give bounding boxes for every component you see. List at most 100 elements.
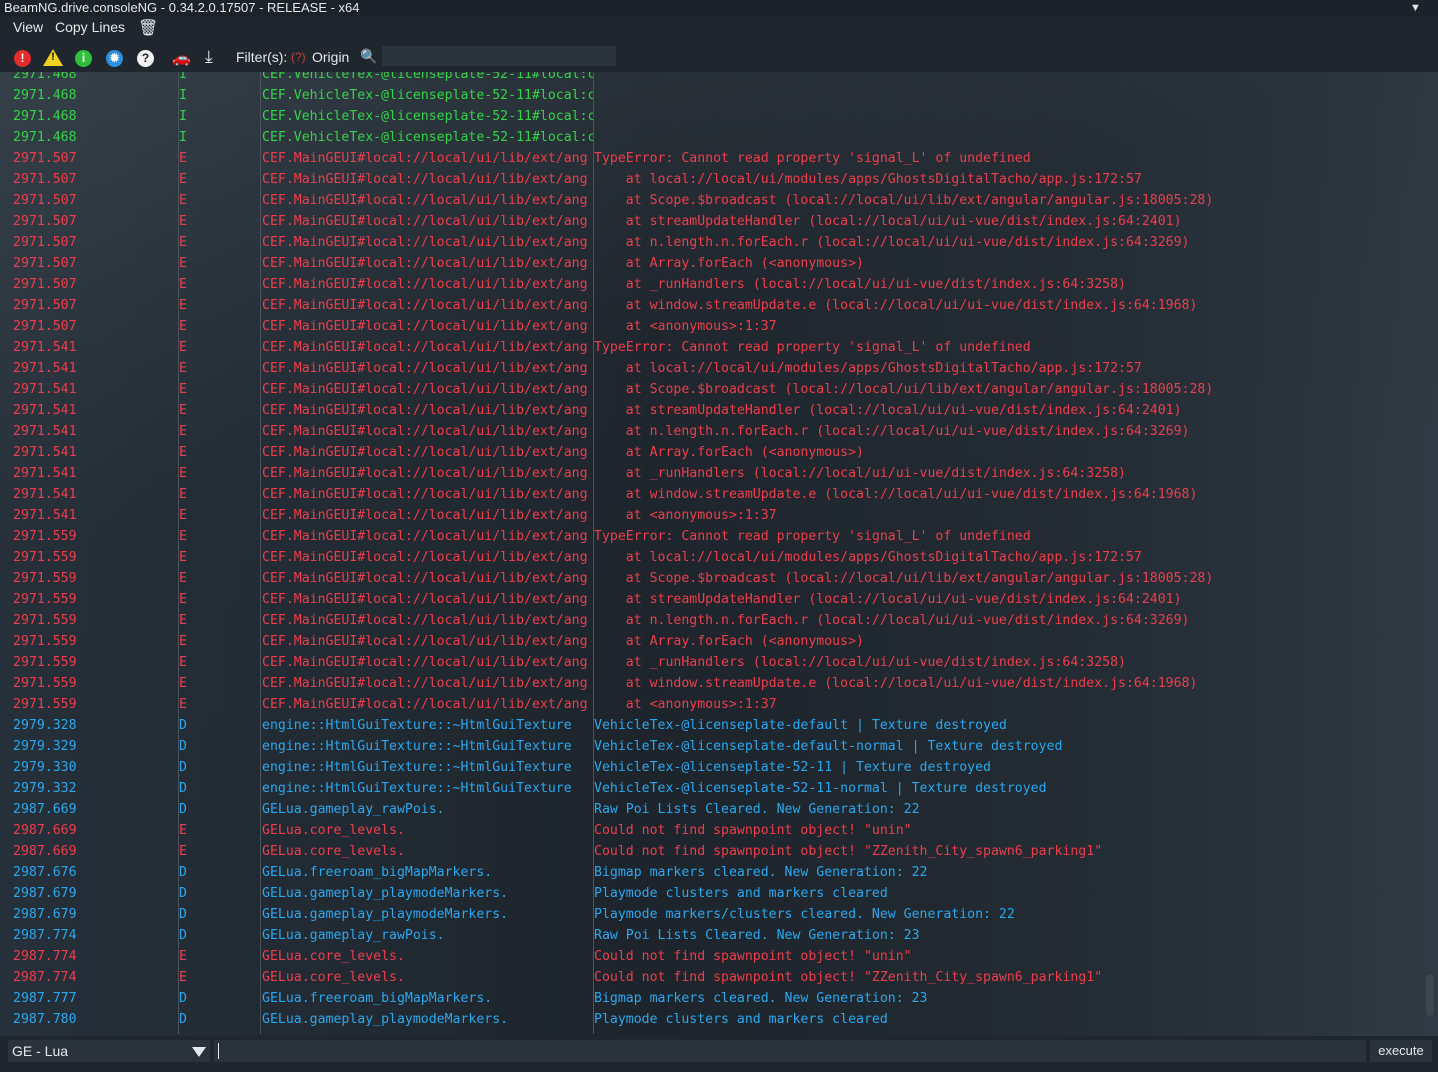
log-row[interactable]: 2971.541 E CEF.MainGEUI#local://local/ui/l… — [10, 358, 1422, 379]
log-row[interactable]: 2971.507 E CEF.MainGEUI#local://local/ui/l… — [10, 295, 1422, 316]
command-input[interactable] — [214, 1040, 1366, 1062]
log-scrollbar[interactable] — [1426, 974, 1434, 1016]
log-message: at _runHandlers (local://local/ui/ui-vue… — [594, 277, 1126, 292]
log-row[interactable]: 2971.507 E CEF.MainGEUI#local://local/ui/l… — [10, 190, 1422, 211]
log-row[interactable]: 2971.559 E CEF.MainGEUI#local://local/ui/l… — [10, 631, 1422, 652]
log-row[interactable]: 2971.541 E CEF.MainGEUI#local://local/ui/l… — [10, 400, 1422, 421]
help-icon[interactable]: ? — [137, 50, 154, 67]
log-row[interactable]: 2971.541 E CEF.MainGEUI#local://local/ui/l… — [10, 505, 1422, 526]
log-row[interactable]: 2971.541 E CEF.MainGEUI#local://local/ui/l… — [10, 379, 1422, 400]
log-message: at Array.forEach (<anonymous>) — [594, 634, 864, 649]
log-row[interactable]: 2987.780 D GELua.gameplay_playmodeMarkers.… — [10, 1009, 1422, 1030]
menu-view[interactable]: View — [13, 19, 43, 35]
log-row[interactable]: 2971.559 E CEF.MainGEUI#local://local/ui/l… — [10, 568, 1422, 589]
log-message: at _runHandlers (local://local/ui/ui-vue… — [594, 466, 1126, 481]
origin-toggle[interactable]: Origin — [312, 49, 349, 65]
log-time: 2987.774 — [13, 949, 77, 964]
log-row[interactable]: 2987.679 D GELua.gameplay_playmodeMarkers.… — [10, 904, 1422, 925]
log-row[interactable]: 2987.669 E GELua.core_levels. Could not fin… — [10, 820, 1422, 841]
log-row[interactable]: 2987.669 E GELua.core_levels. Could not fin… — [10, 841, 1422, 862]
log-time: 2987.774 — [13, 970, 77, 985]
log-level: D — [179, 1012, 187, 1027]
log-origin: CEF.VehicleTex-@licenseplate-52-11#local… — [262, 109, 593, 124]
log-message: VehicleTex-@licenseplate-52-11 | Texture… — [594, 760, 991, 775]
log-time: 2971.541 — [13, 487, 77, 502]
context-dropdown[interactable]: GE - Lua — [8, 1040, 210, 1062]
log-time: 2987.774 — [13, 928, 77, 943]
log-row[interactable]: 2971.559 E CEF.MainGEUI#local://local/ui/l… — [10, 694, 1422, 715]
log-time: 2979.329 — [13, 739, 77, 754]
log-row[interactable]: 2971.507 E CEF.MainGEUI#local://local/ui/l… — [10, 232, 1422, 253]
log-level: E — [179, 529, 187, 544]
info-filter-icon[interactable]: i — [75, 50, 92, 67]
log-time: 2971.541 — [13, 445, 77, 460]
collapse-icon[interactable]: ▼ — [1410, 0, 1421, 16]
log-row[interactable]: 2971.559 E CEF.MainGEUI#local://local/ui/l… — [10, 673, 1422, 694]
debug-filter-icon[interactable]: ✹ — [106, 50, 123, 67]
log-level: E — [179, 235, 187, 250]
log-row[interactable]: 2971.507 E CEF.MainGEUI#local://local/ui/l… — [10, 211, 1422, 232]
log-row[interactable]: 2987.774 E GELua.core_levels. Could not fin… — [10, 946, 1422, 967]
log-message: at _runHandlers (local://local/ui/ui-vue… — [594, 655, 1126, 670]
log-row[interactable]: 2971.559 E CEF.MainGEUI#local://local/ui/l… — [10, 589, 1422, 610]
log-time: 2971.507 — [13, 172, 77, 187]
log-level: E — [179, 151, 187, 166]
log-time: 2971.559 — [13, 550, 77, 565]
log-row[interactable]: 2971.559 E CEF.MainGEUI#local://local/ui/l… — [10, 526, 1422, 547]
log-time: 2987.780 — [13, 1012, 77, 1027]
log-row[interactable]: 2971.507 E CEF.MainGEUI#local://local/ui/l… — [10, 148, 1422, 169]
log-row[interactable]: 2987.676 D GELua.freeroam_bigMapMarkers. Bi… — [10, 862, 1422, 883]
log-level: E — [179, 970, 187, 985]
log-row[interactable]: 2971.507 E CEF.MainGEUI#local://local/ui/l… — [10, 274, 1422, 295]
log-row[interactable]: 2971.541 E CEF.MainGEUI#local://local/ui/l… — [10, 442, 1422, 463]
log-view[interactable]: 2971.468 I CEF.VehicleTex-@licenseplate-52… — [10, 72, 1422, 1034]
log-row[interactable]: 2971.468 I CEF.VehicleTex-@licenseplate-52… — [10, 127, 1422, 148]
filters-help-icon[interactable]: (?) — [291, 50, 306, 64]
log-level: E — [179, 949, 187, 964]
log-message: at n.length.n.forEach.r (local://local/u… — [594, 613, 1190, 628]
log-row[interactable]: 2987.669 D GELua.gameplay_rawPois. Raw Poi … — [10, 799, 1422, 820]
log-time: 2971.541 — [13, 508, 77, 523]
scroll-down-icon[interactable]: ⤓ — [205, 47, 213, 67]
car-icon[interactable]: 🚗 — [172, 49, 191, 67]
menu-bar: View Copy Lines 🗑 — [0, 16, 1438, 40]
log-row[interactable]: 2979.329 Dengine::HtmlGuiTexture::~HtmlGu… — [10, 736, 1422, 757]
log-row[interactable]: 2979.332 Dengine::HtmlGuiTexture::~HtmlGu… — [10, 778, 1422, 799]
log-row[interactable]: 2971.541 E CEF.MainGEUI#local://local/ui/l… — [10, 421, 1422, 442]
log-row[interactable]: 2971.468 I CEF.VehicleTex-@licenseplate-52… — [10, 72, 1422, 85]
log-time: 2971.541 — [13, 340, 77, 355]
log-time: 2971.468 — [13, 109, 77, 124]
log-row[interactable]: 2971.507 E CEF.MainGEUI#local://local/ui/l… — [10, 169, 1422, 190]
execute-button[interactable]: execute — [1370, 1040, 1432, 1062]
log-time: 2971.559 — [13, 634, 77, 649]
log-row[interactable]: 2979.330 Dengine::HtmlGuiTexture::~HtmlGu… — [10, 757, 1422, 778]
log-row[interactable]: 2971.541 E CEF.MainGEUI#local://local/ui/l… — [10, 337, 1422, 358]
log-level: E — [179, 697, 187, 712]
filter-input[interactable] — [382, 46, 616, 66]
title-bar: BeamNG.drive.consoleNG - 0.34.2.0.17507 … — [0, 0, 1438, 32]
log-origin: engine::HtmlGuiTexture::~HtmlGuiTexture — [262, 718, 572, 733]
log-row[interactable]: 2987.679 D GELua.gameplay_playmodeMarkers.… — [10, 883, 1422, 904]
error-filter-icon[interactable]: ! — [14, 50, 31, 67]
trash-icon[interactable]: 🗑 — [138, 18, 158, 38]
log-row[interactable]: 2971.468 I CEF.VehicleTex-@licenseplate-52… — [10, 106, 1422, 127]
log-row[interactable]: 2987.774 E GELua.core_levels. Could not fin… — [10, 967, 1422, 988]
log-message: at local://local/ui/modules/apps/GhostsD… — [594, 172, 1142, 187]
log-row[interactable]: 2971.541 E CEF.MainGEUI#local://local/ui/l… — [10, 463, 1422, 484]
log-row[interactable]: 2971.507 E CEF.MainGEUI#local://local/ui/l… — [10, 253, 1422, 274]
log-row[interactable]: 2971.507 E CEF.MainGEUI#local://local/ui/l… — [10, 316, 1422, 337]
log-message: Bigmap markers cleared. New Generation: … — [594, 865, 928, 880]
log-row[interactable]: 2987.774 D GELua.gameplay_rawPois. Raw Poi … — [10, 925, 1422, 946]
log-row[interactable]: 2971.559 E CEF.MainGEUI#local://local/ui/l… — [10, 547, 1422, 568]
log-row[interactable]: 2987.777 D GELua.freeroam_bigMapMarkers. Bi… — [10, 988, 1422, 1009]
log-level: I — [179, 130, 187, 145]
log-row[interactable]: 2971.559 E CEF.MainGEUI#local://local/ui/l… — [10, 652, 1422, 673]
menu-copy-lines[interactable]: Copy Lines — [55, 19, 125, 35]
log-row[interactable]: 2971.468 I CEF.VehicleTex-@licenseplate-52… — [10, 85, 1422, 106]
log-row[interactable]: 2971.541 E CEF.MainGEUI#local://local/ui/l… — [10, 484, 1422, 505]
log-origin: GELua.gameplay_playmodeMarkers. — [262, 886, 509, 901]
log-row[interactable]: 2979.328 Dengine::HtmlGuiTexture::~HtmlGu… — [10, 715, 1422, 736]
log-origin: CEF.MainGEUI#local://local/ui/lib/ext/an… — [262, 424, 588, 439]
log-origin: GELua.freeroam_bigMapMarkers. — [262, 865, 493, 880]
log-row[interactable]: 2971.559 E CEF.MainGEUI#local://local/ui/l… — [10, 610, 1422, 631]
